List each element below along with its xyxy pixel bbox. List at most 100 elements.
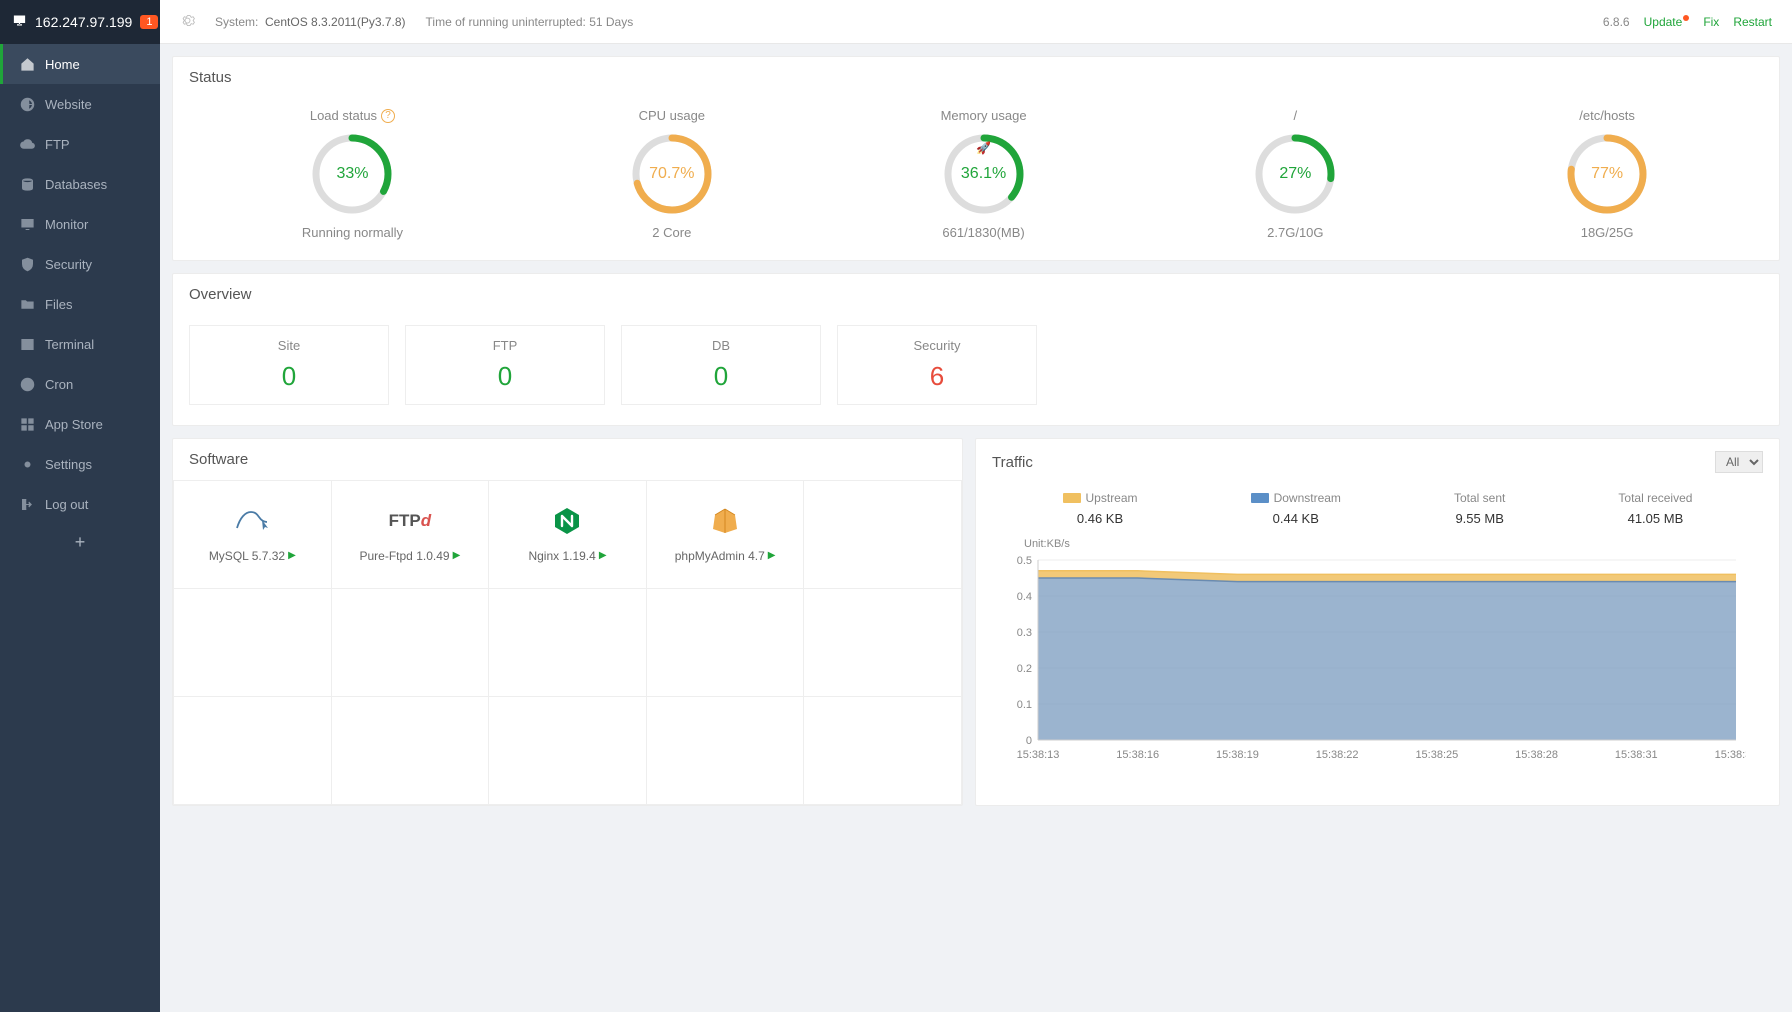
sidebar-item-monitor[interactable]: Monitor: [0, 204, 160, 244]
traffic-stat-label: Downstream: [1251, 491, 1341, 505]
alert-badge[interactable]: 1: [140, 15, 158, 29]
sidebar: 162.247.97.199 1 Home Website FTP Databases…: [0, 0, 160, 1012]
software-item[interactable]: FTPdPure-Ftpd 1.0.49▶: [332, 481, 490, 589]
overview-card-label: DB: [712, 338, 730, 353]
software-name: Pure-Ftpd 1.0.49▶: [360, 549, 461, 563]
overview-panel: Overview Site0FTP0DB0Security6: [172, 273, 1780, 426]
svg-text:15:38:16: 15:38:16: [1116, 749, 1159, 761]
traffic-stat: Total received41.05 MB: [1618, 491, 1692, 526]
traffic-stat-value: 41.05 MB: [1618, 511, 1692, 526]
software-panel: Software MySQL 5.7.32▶FTPdPure-Ftpd 1.0.…: [172, 438, 963, 806]
software-item[interactable]: MySQL 5.7.32▶: [174, 481, 332, 589]
software-empty-cell: [174, 589, 332, 697]
logout-icon: [19, 496, 35, 512]
sidebar-item-log-out[interactable]: Log out: [0, 484, 160, 524]
gauge-value: 27%: [1252, 131, 1338, 217]
overview-card-label: FTP: [493, 338, 518, 353]
sidebar-item-ftp[interactable]: FTP: [0, 124, 160, 164]
fix-link[interactable]: Fix: [1703, 15, 1719, 29]
software-empty-cell: [804, 589, 962, 697]
sidebar-item-website[interactable]: Website: [0, 84, 160, 124]
overview-card-value: 0: [498, 361, 512, 392]
home-icon: [19, 56, 35, 72]
sidebar-item-files[interactable]: Files: [0, 284, 160, 324]
gauge-value: 77%: [1564, 131, 1650, 217]
svg-text:15:38:19: 15:38:19: [1216, 749, 1259, 761]
sidebar-item-home[interactable]: Home: [0, 44, 160, 84]
system-label: System: CentOS 8.3.2011(Py3.7.8): [215, 15, 406, 29]
gauge-label: CPU usage: [639, 108, 705, 123]
sidebar-add-button[interactable]: +: [0, 524, 160, 560]
play-icon: ▶: [288, 550, 296, 561]
traffic-panel: Traffic All Upstream0.46 KBDownstream0.4…: [975, 438, 1780, 806]
gauge[interactable]: /etc/hosts 77% 18G/25G: [1564, 108, 1650, 240]
overview-card-security[interactable]: Security 6: [837, 325, 1037, 405]
software-item[interactable]: phpMyAdmin 4.7▶: [647, 481, 805, 589]
sidebar-item-label: Website: [45, 97, 92, 112]
sidebar-item-label: App Store: [45, 417, 103, 432]
gauge-label: /etc/hosts: [1579, 108, 1635, 123]
database-icon: [19, 176, 35, 192]
play-icon: ▶: [453, 550, 461, 561]
sidebar-item-label: Terminal: [45, 337, 94, 352]
gauge-label: Memory usage: [941, 108, 1027, 123]
sidebar-item-security[interactable]: Security: [0, 244, 160, 284]
traffic-stat-value: 0.44 KB: [1251, 511, 1341, 526]
help-icon[interactable]: ?: [381, 109, 395, 123]
server-ip: 162.247.97.199: [35, 14, 132, 30]
svg-text:15:38:31: 15:38:31: [1615, 749, 1658, 761]
svg-text:15:38:28: 15:38:28: [1515, 749, 1558, 761]
traffic-chart: 00.10.20.30.40.515:38:1315:38:1615:38:19…: [1006, 554, 1746, 764]
overview-card-value: 0: [282, 361, 296, 392]
globe-icon: [19, 96, 35, 112]
overview-card-value: 6: [930, 361, 944, 392]
gauge-label: Load status ?: [310, 108, 395, 123]
svg-text:0.1: 0.1: [1017, 699, 1032, 711]
monitor-icon: [12, 13, 27, 31]
sidebar-item-databases[interactable]: Databases: [0, 164, 160, 204]
svg-text:15:38:13: 15:38:13: [1017, 749, 1060, 761]
gauge-sub: 18G/25G: [1581, 225, 1634, 240]
software-name: Nginx 1.19.4▶: [528, 549, 606, 563]
update-link[interactable]: Update: [1644, 15, 1690, 29]
folder-icon: [19, 296, 35, 312]
gauge-sub: 2.7G/10G: [1267, 225, 1323, 240]
svg-text:0.3: 0.3: [1017, 627, 1032, 639]
gauge[interactable]: CPU usage 70.7%2 Core: [629, 108, 715, 240]
chart-unit-label: Unit:KB/s: [1024, 538, 1759, 550]
software-item[interactable]: Nginx 1.19.4▶: [489, 481, 647, 589]
status-panel: Status Load status ?33%Running normally C…: [172, 56, 1780, 261]
software-empty-cell: [804, 697, 962, 805]
legend-icon: [1063, 493, 1081, 503]
sidebar-item-label: Home: [45, 57, 80, 72]
traffic-interface-select[interactable]: All: [1715, 451, 1763, 473]
restart-link[interactable]: Restart: [1733, 15, 1772, 29]
sidebar-item-settings[interactable]: Settings: [0, 444, 160, 484]
gauge[interactable]: Memory usage 🚀36.1%661/1830(MB): [941, 108, 1027, 240]
svg-text:15:38:34: 15:38:34: [1715, 749, 1746, 761]
sidebar-item-label: Log out: [45, 497, 88, 512]
software-empty-cell: [647, 589, 805, 697]
gauge[interactable]: Load status ?33%Running normally: [302, 108, 403, 240]
gauge-sub: 2 Core: [652, 225, 691, 240]
software-name: phpMyAdmin 4.7▶: [675, 549, 776, 563]
sidebar-item-cron[interactable]: Cron: [0, 364, 160, 404]
sidebar-item-terminal[interactable]: Terminal: [0, 324, 160, 364]
overview-card-label: Security: [914, 338, 961, 353]
sidebar-item-app-store[interactable]: App Store: [0, 404, 160, 444]
gauge-sub: 661/1830(MB): [942, 225, 1024, 240]
sidebar-item-label: FTP: [45, 137, 70, 152]
pma-icon: [710, 507, 740, 535]
gauge-value: 36.1%: [941, 131, 1027, 217]
software-title: Software: [173, 439, 962, 480]
svg-text:0.4: 0.4: [1017, 591, 1032, 603]
sidebar-item-label: Files: [45, 297, 72, 312]
gear-icon[interactable]: [180, 13, 195, 31]
sidebar-item-label: Settings: [45, 457, 92, 472]
status-title: Status: [173, 57, 1779, 98]
overview-card-db[interactable]: DB 0: [621, 325, 821, 405]
overview-card-site[interactable]: Site0: [189, 325, 389, 405]
gauge[interactable]: / 27%2.7G/10G: [1252, 108, 1338, 240]
overview-card-ftp[interactable]: FTP 0: [405, 325, 605, 405]
overview-card-value: 0: [714, 361, 728, 392]
